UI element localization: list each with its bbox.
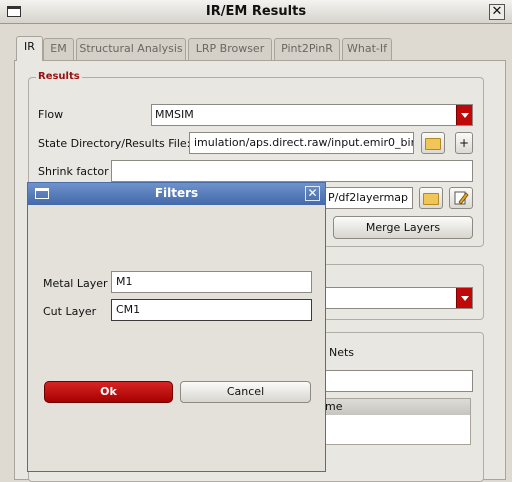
chevron-down-icon[interactable] (456, 105, 472, 125)
metal-layer-label: Metal Layer (43, 277, 108, 290)
window-title: IR/EM Results (205, 4, 307, 19)
flow-select-value: MMSIM (155, 108, 194, 121)
close-dialog-button[interactable]: ✕ (305, 186, 320, 201)
close-window-button[interactable]: ✕ (489, 4, 505, 20)
dialog-title: Filters (154, 186, 199, 200)
cut-layer-input[interactable]: CM1 (111, 299, 312, 321)
edit-layermap-button[interactable] (449, 187, 473, 209)
state-directory-input[interactable]: imulation/aps.direct.raw/input.emir0_bin (189, 132, 414, 154)
folder-icon (423, 193, 439, 205)
edit-pencil-icon (454, 191, 469, 205)
metal-layer-input[interactable]: M1 (111, 271, 312, 293)
cancel-button[interactable]: Cancel (180, 381, 311, 403)
browse-layermap-button[interactable] (419, 187, 443, 209)
folder-icon (425, 138, 441, 150)
nets-label: Nets (329, 346, 355, 359)
nets-search-input[interactable] (320, 370, 473, 392)
chevron-down-icon[interactable] (456, 288, 472, 308)
dialog-title-bar: Filters ✕ (28, 183, 325, 205)
layermap-file-input[interactable]: P/df2layermap (323, 187, 413, 209)
state-directory-label: State Directory/Results File: (38, 137, 191, 150)
tab-what-if[interactable]: What-If (342, 38, 392, 60)
tab-structural-analysis[interactable]: Structural Analysis (76, 38, 186, 60)
ok-button[interactable]: Ok (44, 381, 173, 403)
add-results-file-button[interactable]: + (455, 132, 473, 154)
nets-table-body[interactable] (320, 415, 471, 445)
secondary-select[interactable] (315, 287, 473, 309)
flow-label: Flow (38, 108, 64, 121)
tab-pint2pinr[interactable]: Pint2PinR (274, 38, 340, 60)
table-header-name[interactable]: me (320, 398, 471, 416)
shrink-factor-label: Shrink factor (38, 165, 109, 178)
tab-em[interactable]: EM (43, 38, 74, 60)
browse-state-directory-button[interactable] (421, 132, 445, 154)
tab-lrp-browser[interactable]: LRP Browser (188, 38, 272, 60)
tab-ir[interactable]: IR (16, 36, 43, 61)
cut-layer-label: Cut Layer (43, 305, 97, 318)
results-group-label: Results (36, 71, 82, 82)
main-title-bar: IR/EM Results ✕ (0, 0, 512, 24)
shrink-factor-input[interactable] (111, 160, 473, 182)
flow-select[interactable]: MMSIM (151, 104, 473, 126)
filters-dialog: Filters ✕ Metal Layer M1 Cut Layer CM1 O… (27, 182, 326, 472)
merge-layers-button[interactable]: Merge Layers (333, 216, 473, 239)
